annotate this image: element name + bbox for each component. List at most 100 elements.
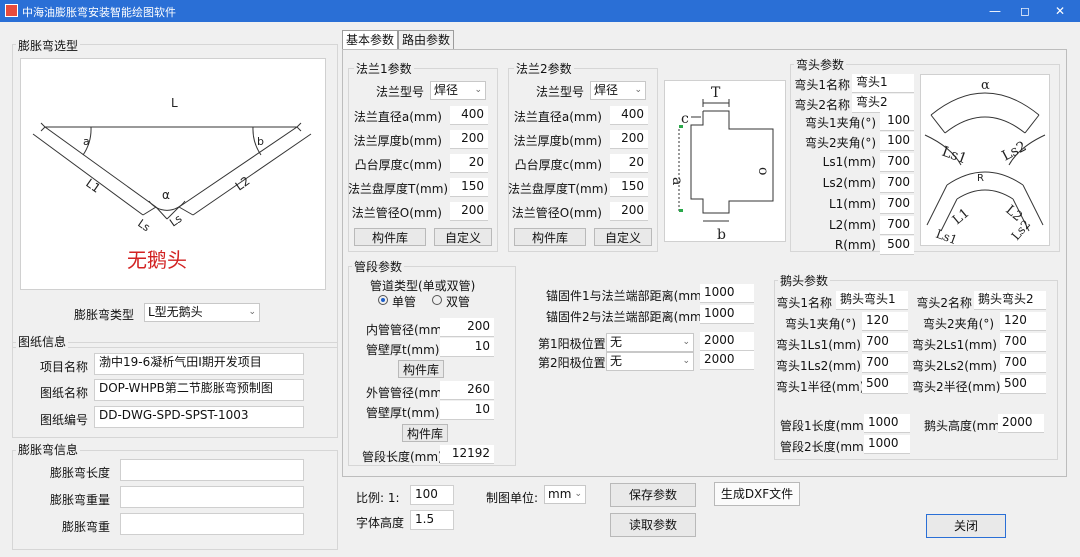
goose2-angle-input[interactable]: 120 xyxy=(1000,312,1046,331)
flange1-lib-button[interactable]: 构件库 xyxy=(354,228,426,246)
flange1-input-b[interactable]: 200 xyxy=(450,130,488,149)
elbow1-name-input[interactable]: 弯头1 xyxy=(852,74,914,93)
flange2-input-b[interactable]: 200 xyxy=(610,130,648,149)
goose2-ls1-input[interactable]: 700 xyxy=(1000,333,1046,352)
inner-wall-input[interactable]: 10 xyxy=(440,338,494,357)
l2-input[interactable]: 700 xyxy=(880,216,914,235)
close-window-button[interactable]: ✕ xyxy=(1045,0,1075,22)
drawing-name-input[interactable]: DOP-WHPB第二节膨胀弯预制图 xyxy=(94,379,304,401)
flange-diagram: T c a o b xyxy=(664,80,786,242)
anode1-label: 第1阳极位置 xyxy=(538,337,606,351)
flange2-type-value: 焊径 xyxy=(594,83,619,97)
flange1-custom-button[interactable]: 自定义 xyxy=(434,228,492,246)
flange2-input-a[interactable]: 400 xyxy=(610,106,648,125)
anode2-select[interactable]: 无 ⌄ xyxy=(606,352,694,371)
elbow1-angle-input[interactable]: 100 xyxy=(880,112,914,131)
l2-label: L2(mm) xyxy=(828,218,876,232)
goose-height-input[interactable]: 2000 xyxy=(998,414,1044,433)
flange-dim-T: T xyxy=(711,85,721,101)
elbow-title: 弯头参数 xyxy=(794,56,847,73)
inner-dia-input[interactable]: 200 xyxy=(440,318,494,337)
pipe-lib-button-2[interactable]: 构件库 xyxy=(402,424,448,442)
elbow-ls1b-text: Ls1 xyxy=(934,227,959,245)
outer-dia-input[interactable]: 260 xyxy=(440,381,494,400)
goose2-name-input[interactable]: 鹅头弯头2 xyxy=(974,291,1046,310)
anchor1-input[interactable]: 1000 xyxy=(700,284,754,303)
flange2-label-c: 凸台厚度c(mm) xyxy=(514,158,602,172)
goose1-name-input[interactable]: 鹅头弯头1 xyxy=(836,291,908,310)
anode1-select[interactable]: 无 ⌄ xyxy=(606,333,694,352)
unit-select[interactable]: mm ⌄ xyxy=(544,485,586,504)
flange2-custom-button[interactable]: 自定义 xyxy=(594,228,652,246)
flange1-input-a[interactable]: 400 xyxy=(450,106,488,125)
drawing-no-input[interactable]: DD-DWG-SPD-SPST-1003 xyxy=(94,406,304,428)
anode2-select-value: 无 xyxy=(610,354,623,368)
goose1-radius-input[interactable]: 500 xyxy=(862,375,908,394)
goose2-ls2-input[interactable]: 700 xyxy=(1000,354,1046,373)
elbow-l1-text: L1 xyxy=(950,206,973,228)
flange1-input-T[interactable]: 150 xyxy=(450,178,488,197)
outer-wall-input[interactable]: 10 xyxy=(440,401,494,420)
elbow-ls1-text: Ls1 xyxy=(940,144,969,168)
flange2-input-c[interactable]: 20 xyxy=(610,154,648,173)
ls2-input[interactable]: 700 xyxy=(880,174,914,193)
double-pipe-label: 双管 xyxy=(446,295,471,309)
elbow2-angle-input[interactable]: 100 xyxy=(880,132,914,151)
bend-type-select[interactable]: L型无鹅头 ⌄ xyxy=(144,303,260,322)
goose2-radius-input[interactable]: 500 xyxy=(1000,375,1046,394)
drawing-name-label: 图纸名称 xyxy=(40,386,89,400)
goose1-angle-input[interactable]: 120 xyxy=(862,312,908,331)
flange2-input-T[interactable]: 150 xyxy=(610,178,648,197)
font-height-input[interactable]: 1.5 xyxy=(410,510,454,530)
drawing-group-label: 图纸信息 xyxy=(16,333,69,350)
bend-weight2-input[interactable] xyxy=(120,513,304,535)
unit-label: 制图单位: xyxy=(486,491,539,505)
pipe-length-input[interactable]: 12192 xyxy=(440,445,494,464)
maximize-button[interactable]: ◻ xyxy=(1010,0,1040,22)
anode1-input[interactable]: 2000 xyxy=(700,332,754,351)
goose2-ls1-label: 弯头2Ls1(mm) xyxy=(912,338,997,352)
select-group-label: 膨胀弯选型 xyxy=(16,37,81,54)
elbow2-name-input[interactable]: 弯头2 xyxy=(852,94,914,113)
seg1-input[interactable]: 1000 xyxy=(864,414,910,433)
flange2-input-O[interactable]: 200 xyxy=(610,202,648,221)
bend-length-input[interactable] xyxy=(120,459,304,481)
dim-L1-text: L1 xyxy=(83,176,103,196)
flange2-lib-button[interactable]: 构件库 xyxy=(514,228,586,246)
flange1-type-label: 法兰型号 xyxy=(375,85,424,99)
flange1-input-c[interactable]: 20 xyxy=(450,154,488,173)
tab-route-params[interactable]: 路由参数 xyxy=(398,30,454,50)
goose2-ls2-label: 弯头2Ls2(mm) xyxy=(912,359,997,373)
anchor2-input[interactable]: 1000 xyxy=(700,305,754,324)
bend-weight-input[interactable] xyxy=(120,486,304,508)
goose1-ls1-input[interactable]: 700 xyxy=(862,333,908,352)
pipe-lib-button-1[interactable]: 构件库 xyxy=(398,360,444,378)
project-input[interactable]: 渤中19-6凝析气田Ⅰ期开发项目 xyxy=(94,353,304,375)
close-button[interactable]: 关闭 xyxy=(926,514,1006,538)
l1-input[interactable]: 700 xyxy=(880,195,914,214)
minimize-button[interactable]: — xyxy=(980,0,1010,22)
flange2-type-select[interactable]: 焊径 ⌄ xyxy=(590,81,646,100)
seg2-input[interactable]: 1000 xyxy=(864,435,910,454)
single-pipe-radio[interactable] xyxy=(378,295,388,305)
goose1-ls2-input[interactable]: 700 xyxy=(862,354,908,373)
goose1-angle-label: 弯头1夹角(°) xyxy=(785,317,856,331)
anode2-input[interactable]: 2000 xyxy=(700,351,754,370)
seg2-label: 管段2长度(mm) xyxy=(780,440,869,454)
seg1-label: 管段1长度(mm) xyxy=(780,419,869,433)
client-area: 膨胀弯选型 L a b L1 L2 α Ls Ls 无鹅头 膨胀弯类型 L型无鹅… xyxy=(0,22,1080,557)
flange1-input-O[interactable]: 200 xyxy=(450,202,488,221)
elbow2-angle-label: 弯头2夹角(°) xyxy=(805,136,876,150)
scale-input[interactable]: 100 xyxy=(410,485,454,505)
info-group-label: 膨胀弯信息 xyxy=(16,441,81,458)
double-pipe-radio[interactable] xyxy=(432,295,442,305)
r-input[interactable]: 500 xyxy=(880,236,914,255)
flange-dim-a: a xyxy=(669,177,685,185)
outer-wall-label: 管壁厚t(mm) xyxy=(366,406,440,420)
generate-dxf-button[interactable]: 生成DXF文件 xyxy=(714,482,800,506)
save-params-button[interactable]: 保存参数 xyxy=(610,483,696,507)
tab-basic-params[interactable]: 基本参数 xyxy=(342,30,398,50)
flange1-type-select[interactable]: 焊径 ⌄ xyxy=(430,81,486,100)
read-params-button[interactable]: 读取参数 xyxy=(610,513,696,537)
ls1-input[interactable]: 700 xyxy=(880,153,914,172)
